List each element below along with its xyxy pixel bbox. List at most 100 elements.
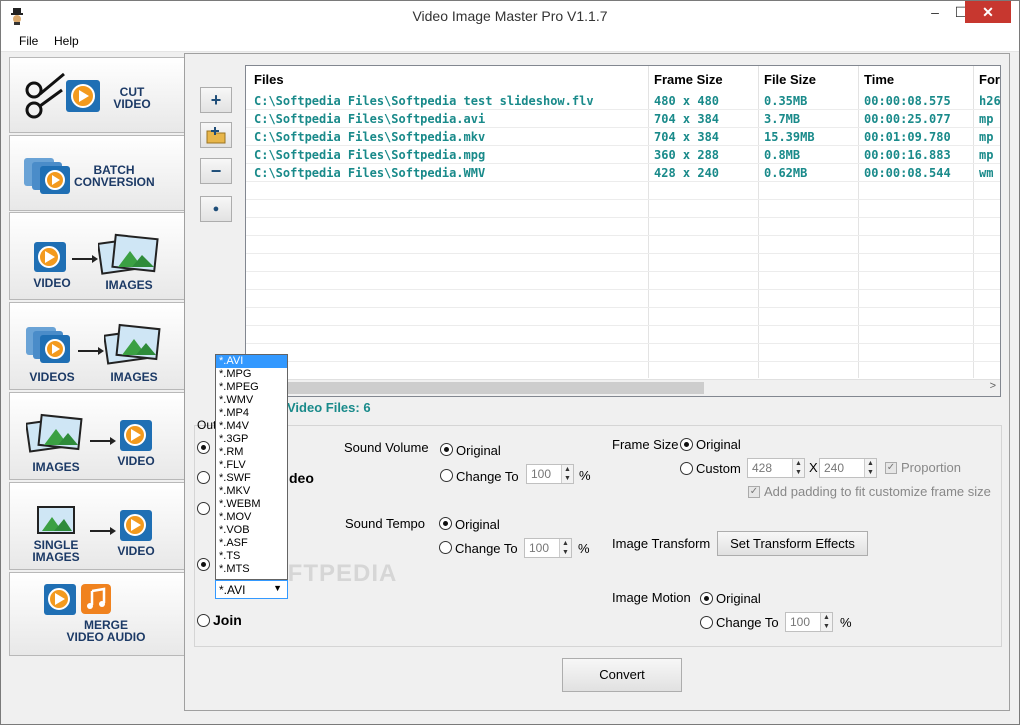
tempo-original-label: Original <box>455 517 500 532</box>
motion-original-radio[interactable] <box>700 592 713 605</box>
add-folder-button[interactable] <box>200 122 232 148</box>
motion-original-label: Original <box>716 591 761 606</box>
remove-file-button[interactable]: − <box>200 158 232 184</box>
cell-file-size: 0.62MB <box>764 166 808 180</box>
format-option[interactable]: *.SWF <box>216 472 287 485</box>
sidebar-batch-conversion[interactable]: BATCH CONVERSION <box>9 135 185 211</box>
output-radio-1[interactable] <box>197 441 210 454</box>
table-row[interactable]: C:\Softpedia Files\Softpedia.WMV 428 x 2… <box>246 164 1000 182</box>
motion-stepper[interactable]: 100 ▲ ▼ <box>785 612 833 632</box>
table-row[interactable]: C:\Softpedia Files\Softpedia test slides… <box>246 92 1000 110</box>
tempo-stepper[interactable]: 100 ▲ ▼ <box>524 538 572 558</box>
image-icon <box>37 506 75 534</box>
proportion-checkbox[interactable]: ✓ <box>885 462 897 474</box>
menu-bar: File Help <box>1 32 1019 52</box>
format-option[interactable]: *.TS <box>216 550 287 563</box>
format-option[interactable]: *.WEBM <box>216 498 287 511</box>
column-time[interactable]: Time <box>864 72 894 87</box>
output-radio-3[interactable] <box>197 502 210 515</box>
column-format[interactable]: For <box>979 72 1000 87</box>
menu-help[interactable]: Help <box>54 34 79 48</box>
frame-height-stepper[interactable]: 240 ▲ ▼ <box>819 458 877 478</box>
stepper-down-icon[interactable]: ▼ <box>559 548 571 557</box>
padding-checkbox[interactable]: ✓ <box>748 486 760 498</box>
file-list[interactable]: Files Frame Size File Size Time For C:\S… <box>245 65 1001 397</box>
table-row[interactable]: C:\Softpedia Files\Softpedia.avi 704 x 3… <box>246 110 1000 128</box>
sidebar-video-to-images[interactable]: VIDEO IMAGES <box>9 212 185 300</box>
stepper-down-icon[interactable]: ▼ <box>820 622 832 631</box>
scroll-right-icon[interactable]: > <box>990 380 996 392</box>
sidebar-single-images-to-video[interactable]: SINGLE IMAGES VIDEO <box>9 482 185 570</box>
sidebar-images-to-video[interactable]: IMAGES VIDEO <box>9 392 185 480</box>
tempo-change-radio[interactable] <box>439 541 452 554</box>
minimize-button[interactable]: – <box>921 1 949 23</box>
frame-width-stepper[interactable]: 428 ▲ ▼ <box>747 458 805 478</box>
format-option[interactable]: *.MOV <box>216 511 287 524</box>
cell-format: wm <box>979 166 994 180</box>
add-file-button[interactable]: + <box>200 87 232 113</box>
tempo-original-radio[interactable] <box>439 517 452 530</box>
frame-original-radio[interactable] <box>680 438 693 451</box>
stepper-up-icon[interactable]: ▲ <box>559 539 571 548</box>
table-row[interactable]: C:\Softpedia Files\Softpedia.mkv 704 x 3… <box>246 128 1000 146</box>
format-option[interactable]: *.FLV <box>216 459 287 472</box>
cell-frame-size: 704 x 384 <box>654 130 720 144</box>
motion-change-radio[interactable] <box>700 616 713 629</box>
table-row[interactable]: C:\Softpedia Files\Softpedia.mpg 360 x 2… <box>246 146 1000 164</box>
format-dropdown-list[interactable]: *.AVI *.MPG *.MPEG *.WMV *.MP4 *.M4V *.3… <box>215 354 288 580</box>
stepper-down-icon[interactable]: ▼ <box>792 468 804 477</box>
sidebar-videos-to-images[interactable]: VIDEOS IMAGES <box>9 302 185 390</box>
stepper-up-icon[interactable]: ▲ <box>561 465 573 474</box>
images-icon <box>26 413 83 453</box>
column-frame-size[interactable]: Frame Size <box>654 72 723 87</box>
stepper-down-icon[interactable]: ▼ <box>864 468 876 477</box>
format-option[interactable]: *.MPEG <box>216 381 287 394</box>
sidebar-cut-video[interactable]: CUT VIDEO <box>9 57 185 133</box>
frame-custom-radio[interactable] <box>680 462 693 475</box>
format-option[interactable]: *.RM <box>216 446 287 459</box>
proportion-label: Proportion <box>901 460 961 475</box>
table-row <box>246 308 1000 326</box>
volume-original-radio[interactable] <box>440 443 453 456</box>
set-transform-effects-button[interactable]: Set Transform Effects <box>717 531 868 556</box>
format-option[interactable]: *.WMV <box>216 394 287 407</box>
volume-change-radio[interactable] <box>440 469 453 482</box>
scrollbar-thumb[interactable] <box>248 382 704 394</box>
format-option[interactable]: *.MP4 <box>216 407 287 420</box>
clear-button[interactable]: ● <box>200 196 232 222</box>
column-files[interactable]: Files <box>254 72 284 87</box>
stepper-up-icon[interactable]: ▲ <box>864 459 876 468</box>
video-icon <box>44 584 76 615</box>
join-radio[interactable] <box>197 614 210 627</box>
format-option[interactable]: *.VOB <box>216 524 287 537</box>
volume-stepper[interactable]: 100 ▲ ▼ <box>526 464 574 484</box>
horizontal-scrollbar[interactable]: > <box>246 379 1000 396</box>
table-row <box>246 326 1000 344</box>
stepper-down-icon[interactable]: ▼ <box>561 474 573 483</box>
output-radio-4[interactable] <box>197 558 210 571</box>
volume-change-label: Change To <box>456 469 519 484</box>
format-option[interactable]: *.MKV <box>216 485 287 498</box>
stepper-up-icon[interactable]: ▲ <box>792 459 804 468</box>
arrow-right-icon <box>72 255 98 263</box>
sidebar-label: IMAGES <box>32 460 80 474</box>
format-option[interactable]: *.MPG <box>216 368 287 381</box>
format-option[interactable]: *.ASF <box>216 537 287 550</box>
stepper-up-icon[interactable]: ▲ <box>820 613 832 622</box>
convert-button[interactable]: Convert <box>562 658 682 692</box>
column-file-size[interactable]: File Size <box>764 72 816 87</box>
format-select[interactable]: *.AVI ▼ <box>215 580 288 599</box>
sidebar-merge-video-audio[interactable]: MERGE VIDEO AUDIO <box>9 572 185 656</box>
image-transform-label: Image Transform <box>612 536 711 551</box>
format-option[interactable]: *.MTS <box>216 563 287 576</box>
format-option[interactable]: *.AVI <box>216 355 287 368</box>
menu-file[interactable]: File <box>19 34 38 48</box>
sidebar-label: VIDEO <box>117 544 155 558</box>
cell-file: C:\Softpedia Files\Softpedia.mpg <box>254 148 486 162</box>
format-option[interactable]: *.M4V <box>216 420 287 433</box>
sidebar-label: IMAGES <box>32 550 80 564</box>
times-label: X <box>809 460 818 475</box>
format-option[interactable]: *.3GP <box>216 433 287 446</box>
close-button[interactable]: ✕ <box>965 1 1011 23</box>
output-radio-2[interactable] <box>197 471 210 484</box>
